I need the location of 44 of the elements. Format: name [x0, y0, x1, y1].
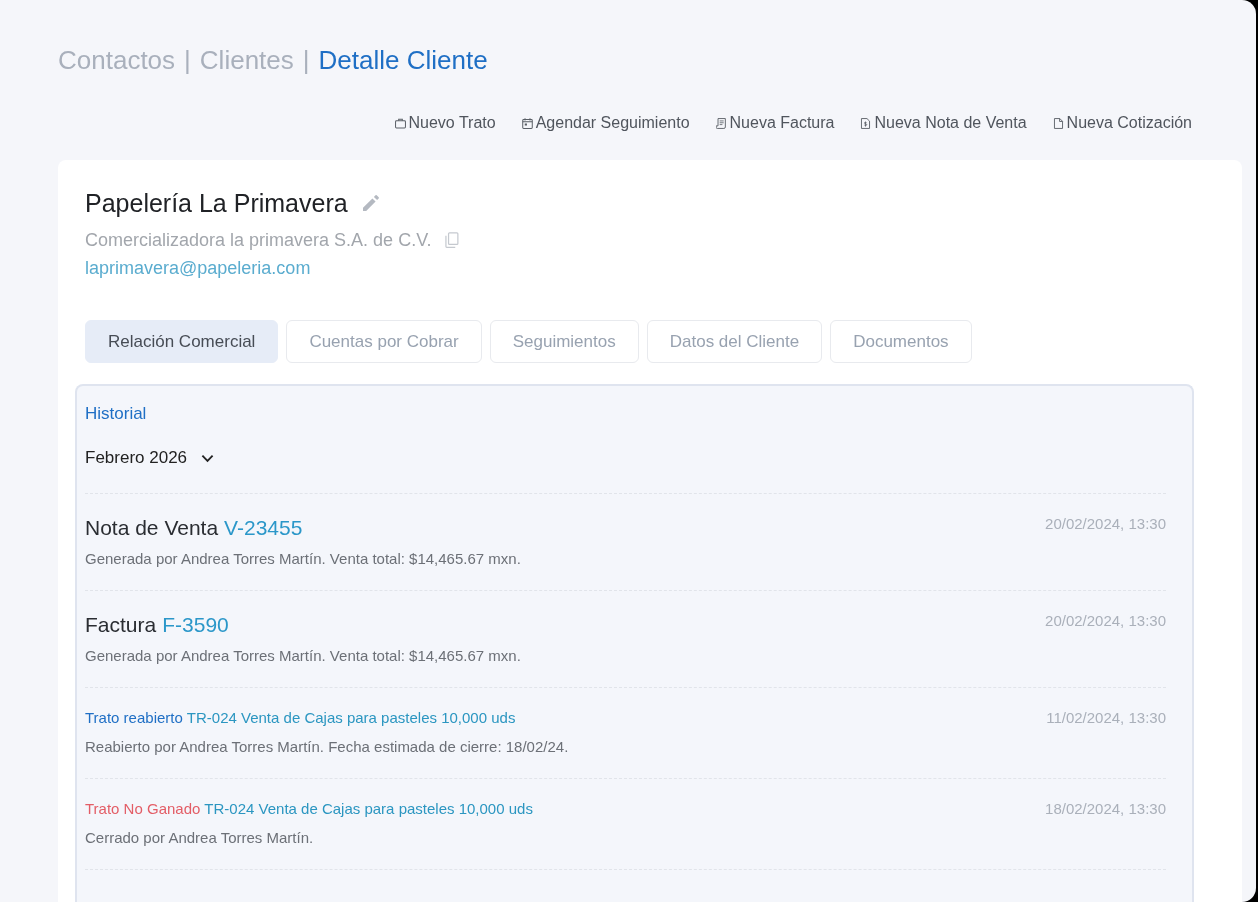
month-dropdown[interactable]: Febrero 2026 [85, 448, 215, 468]
deal-status: Trato No Ganado [85, 799, 201, 819]
deal-link[interactable]: TR-024 Venta de Cajas para pasteles 10,000 uds [186, 708, 516, 728]
copy-icon[interactable] [445, 232, 460, 248]
deal-link[interactable]: TR-024 Venta de Cajas para pasteles 10,000 uds [204, 799, 533, 819]
calendar-icon [521, 117, 533, 129]
breadcrumb-link[interactable]: Detalle Cliente [318, 44, 488, 76]
entry-date: 20/02/2024, 13:30 [1045, 611, 1166, 631]
legal-name: Comercializadora la primavera S.A. de C.V. [85, 229, 432, 251]
action-button[interactable]: Agendar Seguimiento [521, 113, 690, 133]
entry-type: Factura [85, 613, 157, 637]
entry-description: Generada por Andrea Torres Martín. Venta total: $14,465.67 mxn. [85, 549, 521, 569]
tab[interactable]: Cuentas por Cobrar [286, 320, 482, 363]
action-button[interactable]: Nuevo Trato [394, 113, 496, 133]
entry-date: 20/02/2024, 13:30 [1045, 514, 1166, 534]
entry-date: 11/02/2024, 13:30 [1046, 708, 1166, 728]
edit-icon[interactable] [361, 194, 380, 212]
document-icon [1052, 117, 1064, 129]
reference-link[interactable]: F-3590 [162, 613, 229, 637]
entry-type: Nota de Venta [85, 516, 219, 540]
entry-description: Generada por Andrea Torres Martín. Venta total: $14,465.67 mxn. [85, 646, 521, 666]
tab[interactable]: Seguimientos [489, 320, 639, 363]
breadcrumb-link[interactable]: Contactos [58, 44, 176, 76]
breadcrumb-separator: | [302, 44, 310, 76]
dollar-document-icon [860, 117, 872, 129]
action-button[interactable]: Nueva Cotización [1052, 113, 1192, 133]
deal-status: Trato reabierto [85, 708, 183, 728]
breadcrumb-separator: | [184, 44, 191, 76]
action-button[interactable]: Nueva Nota de Venta [860, 113, 1027, 133]
breadcrumb-link[interactable]: Clientes [199, 44, 294, 76]
tab[interactable]: Relación Comercial [85, 320, 279, 363]
entry-description: Cerrado por Andrea Torres Martín. [85, 828, 315, 848]
email-link[interactable]: laprimavera@papeleria.com [85, 257, 311, 279]
entry-description: Reabierto por Andrea Torres Martín. Fecha estimada de cierre: 18/02/24. [85, 737, 569, 757]
client-name: Papelería La Primavera [85, 188, 348, 218]
tab[interactable]: Documentos [830, 320, 972, 363]
history-heading: Historial [85, 404, 147, 424]
briefcase-icon [394, 117, 406, 129]
chevron-down-icon [201, 453, 215, 463]
receipt-icon [715, 117, 727, 129]
action-button[interactable]: Nueva Factura [715, 113, 835, 133]
tab[interactable]: Datos del Cliente [646, 320, 823, 363]
reference-link[interactable]: V-23455 [224, 516, 303, 540]
entry-date: 18/02/2024, 13:30 [1045, 799, 1166, 819]
